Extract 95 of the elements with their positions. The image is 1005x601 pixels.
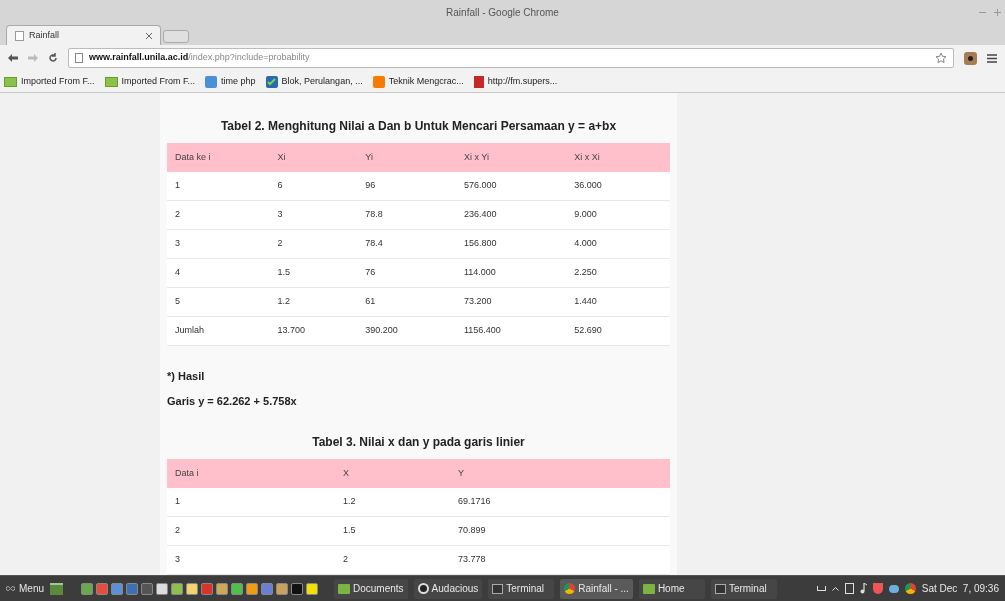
- reload-icon[interactable]: [48, 53, 58, 63]
- table-cell-text: 2: [343, 553, 349, 567]
- table-cell-text: 3: [175, 237, 181, 251]
- browser-tab[interactable]: Rainfall: [6, 25, 161, 45]
- table-cell-text: 70.899: [458, 524, 487, 538]
- table-cell-text: 2.250: [574, 266, 598, 280]
- bookmark[interactable]: http://fm.supers...: [473, 74, 558, 89]
- taskbar-window-button[interactable]: Rainfall - ...: [560, 578, 633, 599]
- desktop-icon[interactable]: [50, 582, 63, 595]
- table-cell-text: 2: [175, 524, 181, 538]
- table-cell-text: 2: [175, 208, 181, 222]
- table-cell-text: 576.000: [463, 179, 498, 193]
- table-cell-text: 78.4: [365, 237, 384, 251]
- table-cell-text: 5: [175, 295, 181, 309]
- column-header: Yi: [365, 150, 374, 164]
- terminal-icon: [714, 583, 726, 594]
- table-cell-text: Jumlah: [175, 324, 205, 338]
- table-cell-text: 2: [277, 237, 284, 251]
- table-cell-text: 156.800: [463, 237, 498, 251]
- table-cell-text: 73.200: [463, 295, 493, 309]
- table-cell-text: 9.000: [574, 208, 598, 222]
- folder-icon: [338, 583, 350, 594]
- url-text: www.rainfall.unila.ac.id/index.php?include=probability: [89, 51, 311, 65]
- table-cell-text: 236.400: [463, 208, 498, 222]
- column-header: Data i: [175, 466, 200, 480]
- taskbar-window-button[interactable]: Terminal: [710, 578, 777, 599]
- folder-icon: [104, 76, 118, 87]
- tray-icon[interactable]: [816, 586, 826, 591]
- table-cell-text: 1.5: [343, 524, 357, 538]
- table-cell-text: 1.2: [343, 495, 357, 509]
- address-field[interactable]: www.rainfall.unila.ac.id/index.php?include=probability: [68, 48, 954, 68]
- table-title: Tabel 2. Menghitung Nilai a Dan b Untuk Mencari Persamaan y = a+bx: [219, 118, 618, 135]
- table-cell-text: 96: [365, 179, 377, 193]
- caret-icon[interactable]: [831, 586, 839, 591]
- table-cell-text: 1.5: [277, 266, 291, 280]
- result-heading: *) Hasil: [167, 369, 206, 384]
- terminal-icon: [492, 583, 504, 594]
- menu-button[interactable]: Menu: [6, 581, 44, 596]
- close-icon[interactable]: [146, 32, 152, 39]
- browser-icon: [564, 583, 576, 594]
- table-cell-text: 1156.400: [463, 324, 502, 338]
- table-cell-text: 390.200: [365, 324, 399, 338]
- table-cell-text: 1.2: [277, 295, 291, 309]
- table-cell-text: 78.8: [365, 208, 384, 222]
- table-cell-text: 73.778: [458, 553, 487, 567]
- column-header: Xi x Xi: [574, 150, 601, 164]
- column-header: Xi: [277, 150, 287, 164]
- table-cell-text: 1.440: [574, 295, 598, 309]
- table-cell-text: 4: [175, 266, 181, 280]
- taskbar-window-button[interactable]: Audacious: [413, 578, 483, 599]
- bookmark[interactable]: Imported From F...: [4, 74, 95, 89]
- table-cell-text: 61: [365, 295, 377, 309]
- taskbar-window-button[interactable]: Documents: [334, 578, 408, 599]
- taskbar-window-button[interactable]: Terminal: [488, 578, 555, 599]
- table-cell-text: 114.000: [463, 266, 497, 280]
- table-cell-text: 76: [365, 266, 377, 280]
- checkmark-icon: [265, 75, 278, 88]
- table-cell-text: 3: [175, 553, 181, 567]
- table-title: Tabel 3. Nilai x dan y pada garis linier: [311, 434, 526, 451]
- table-cell-text: 36.000: [574, 179, 603, 193]
- table-cell-text: 13.700: [277, 324, 306, 338]
- table-cell-text: 69.1716: [458, 495, 492, 509]
- star-icon[interactable]: [935, 52, 947, 64]
- bookmark[interactable]: Teknik Mengcrac...: [372, 74, 464, 89]
- table-cell-text: 1: [175, 495, 181, 509]
- taskbar-window-button[interactable]: Home: [638, 578, 705, 599]
- camera-icon[interactable]: [964, 51, 977, 65]
- table-cell-text: 3: [277, 208, 284, 222]
- browser-icon[interactable]: [904, 583, 916, 594]
- menu-icon[interactable]: [987, 53, 997, 63]
- bookmark[interactable]: Imported From F...: [104, 74, 196, 89]
- table-cell-text: 6: [277, 179, 284, 193]
- audio-icon: [417, 583, 429, 594]
- column-header: X: [343, 466, 350, 480]
- music-note-icon[interactable]: [859, 583, 867, 594]
- table-cell-text: 52.690: [574, 324, 603, 338]
- shield-icon[interactable]: [872, 583, 883, 594]
- column-header: Data ke i: [175, 150, 212, 164]
- bookmark[interactable]: time php: [205, 74, 256, 89]
- page-icon: [75, 53, 83, 63]
- infinity-icon: [6, 586, 15, 591]
- page-icon: [15, 30, 24, 41]
- equation-text: Garis y = 62.262 + 5.758x: [167, 393, 298, 409]
- folder-icon: [642, 583, 655, 594]
- column-header: Y: [458, 466, 465, 480]
- back-icon[interactable]: [8, 54, 18, 62]
- table-cell-text: 4.000: [574, 237, 598, 251]
- table-cell-text: 1: [175, 179, 181, 193]
- window-title: Rainfall - Google Chrome: [446, 5, 559, 20]
- bookmark[interactable]: Blok, Perulangan, ...: [265, 74, 363, 89]
- folder-icon: [4, 76, 17, 87]
- column-header: Xi x Yi: [463, 150, 490, 164]
- clock[interactable]: Sat Dec 7, 09:36: [921, 581, 999, 596]
- clipboard-icon[interactable]: [844, 583, 854, 594]
- tab-label: Rainfall: [29, 28, 60, 42]
